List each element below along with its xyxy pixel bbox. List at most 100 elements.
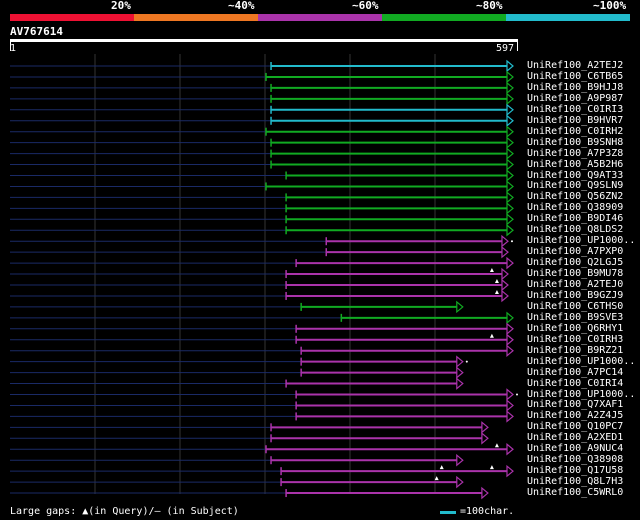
- truncation-marker: [510, 240, 513, 243]
- hit-arrowhead: [506, 114, 514, 128]
- hit-label[interactable]: UniRef100_B9MU78: [527, 268, 623, 279]
- hit-label[interactable]: UniRef100_A2Z4J5: [527, 410, 623, 421]
- hit-label[interactable]: UniRef100_UP1000..: [527, 235, 635, 246]
- hit-arrowhead: [506, 333, 514, 347]
- hit-label[interactable]: UniRef100_B9SNH8: [527, 137, 623, 148]
- hit-arrowhead: [501, 245, 509, 259]
- hit-arrowhead: [481, 486, 489, 500]
- hit-label[interactable]: UniRef100_B9SVE3: [527, 312, 623, 323]
- hit-label[interactable]: UniRef100_Q10PC7: [527, 421, 623, 432]
- query-gap-marker: [489, 465, 494, 470]
- legend-label: ~80%: [476, 0, 503, 12]
- legend-label: ~40%: [228, 0, 255, 12]
- hit-arrowhead: [506, 223, 514, 237]
- hit-label[interactable]: UniRef100_A2XED1: [527, 432, 623, 443]
- hit-arrowhead: [501, 289, 509, 303]
- hit-arrowhead: [506, 81, 514, 95]
- hit-label[interactable]: UniRef100_C0IRH3: [527, 334, 623, 345]
- hit-label[interactable]: UniRef100_UP1000..: [527, 389, 635, 400]
- hit-label[interactable]: UniRef100_A5B2H6: [527, 159, 623, 170]
- scale-label: =100char.: [460, 506, 515, 517]
- hit-label[interactable]: UniRef100_C0IRI4: [527, 378, 623, 389]
- query-gap-marker: [489, 333, 494, 338]
- hit-arrowhead: [501, 278, 509, 292]
- hit-label[interactable]: UniRef100_A7PXP0: [527, 246, 623, 257]
- hit-label[interactable]: UniRef100_A7PC14: [527, 367, 623, 378]
- query-bar: [10, 39, 518, 42]
- hit-arrowhead: [456, 475, 464, 489]
- hit-arrowhead: [506, 147, 514, 160]
- hit-arrowhead: [506, 442, 514, 456]
- legend-label: ~60%: [352, 0, 379, 12]
- query-gap-marker: [494, 443, 499, 448]
- query-name: AV767614: [10, 25, 63, 38]
- query-end-tick: [517, 42, 518, 51]
- hit-label[interactable]: UniRef100_Q6RHY1: [527, 323, 623, 334]
- hit-label[interactable]: UniRef100_B9DI46: [527, 213, 623, 224]
- hit-label[interactable]: UniRef100_A7P3Z8: [527, 148, 623, 159]
- legend-segment: [382, 14, 506, 21]
- hit-arrowhead: [506, 464, 514, 478]
- hit-arrowhead: [506, 256, 514, 270]
- legend-segment: [506, 14, 630, 21]
- hit-arrowhead: [501, 267, 509, 281]
- identity-legend-bar: [10, 14, 630, 21]
- hit-label[interactable]: UniRef100_A9NUC4: [527, 443, 623, 454]
- hit-arrowhead: [506, 311, 514, 325]
- scale-swatch: [440, 511, 456, 514]
- hit-arrowhead: [456, 300, 464, 314]
- hit-arrowhead: [506, 169, 514, 182]
- hit-arrowhead: [481, 432, 489, 445]
- hit-arrowhead: [456, 377, 464, 390]
- query-gap-marker: [494, 279, 499, 283]
- hit-label[interactable]: UniRef100_Q38909: [527, 202, 623, 213]
- hit-label[interactable]: UniRef100_C5WRL0: [527, 487, 623, 498]
- hit-arrowhead: [481, 421, 489, 434]
- legend-segment: [134, 14, 258, 21]
- legend-label: ~100%: [593, 0, 627, 12]
- hit-label[interactable]: UniRef100_B9HJJ8: [527, 82, 623, 93]
- hit-arrowhead: [501, 234, 509, 248]
- hit-arrowhead: [506, 344, 514, 357]
- hit-label[interactable]: UniRef100_C6THS0: [527, 301, 623, 312]
- hit-label[interactable]: UniRef100_A2TEJ0: [527, 279, 623, 290]
- hit-label[interactable]: UniRef100_C0IRI3: [527, 104, 623, 115]
- hit-arrowhead: [506, 125, 514, 138]
- hit-arrowhead: [506, 158, 514, 171]
- hit-label[interactable]: UniRef100_Q7XAF1: [527, 399, 623, 410]
- hit-label[interactable]: UniRef100_C6TB65: [527, 71, 623, 82]
- hit-label[interactable]: UniRef100_Q56ZN2: [527, 191, 623, 202]
- hit-label[interactable]: UniRef100_A2TEJ2: [527, 60, 623, 71]
- hit-label[interactable]: UniRef100_B9GZJ9: [527, 290, 623, 301]
- hit-arrowhead: [456, 366, 464, 379]
- truncation-marker: [465, 360, 468, 363]
- legend-segment: [10, 14, 134, 21]
- query-gap-marker: [489, 268, 494, 273]
- hit-arrowhead: [506, 70, 514, 84]
- hit-label[interactable]: UniRef100_UP1000..: [527, 356, 635, 367]
- hit-arrowhead: [506, 410, 514, 423]
- truncation-marker: [516, 393, 518, 396]
- hit-label[interactable]: UniRef100_Q9AT33: [527, 170, 623, 181]
- hit-label[interactable]: UniRef100_B9HVR7: [527, 115, 623, 126]
- legend-segment: [258, 14, 382, 21]
- hit-arrowhead: [456, 453, 464, 467]
- hit-arrowhead: [506, 202, 514, 215]
- hit-label[interactable]: UniRef100_Q38908: [527, 454, 623, 465]
- hit-arrowhead: [506, 59, 514, 73]
- hit-arrowhead: [456, 355, 464, 368]
- hit-label[interactable]: UniRef100_C0IRH2: [527, 126, 623, 137]
- hit-label[interactable]: UniRef100_Q17U58: [527, 465, 623, 476]
- hit-arrowhead: [506, 136, 514, 149]
- hit-label[interactable]: UniRef100_Q2LGJ5: [527, 257, 623, 268]
- query-gap-marker: [494, 289, 499, 294]
- legend-label: 20%: [111, 0, 131, 12]
- hit-label[interactable]: UniRef100_Q8LDS2: [527, 224, 623, 235]
- hit-arrowhead: [506, 180, 514, 193]
- hit-label[interactable]: UniRef100_B9RZ21: [527, 345, 623, 356]
- hit-arrowhead: [506, 399, 514, 412]
- hit-label[interactable]: UniRef100_A9P987: [527, 93, 623, 104]
- query-gap-marker: [439, 465, 444, 470]
- hit-label[interactable]: UniRef100_Q9SLN9: [527, 180, 623, 191]
- hit-label[interactable]: UniRef100_Q8L7H3: [527, 476, 623, 487]
